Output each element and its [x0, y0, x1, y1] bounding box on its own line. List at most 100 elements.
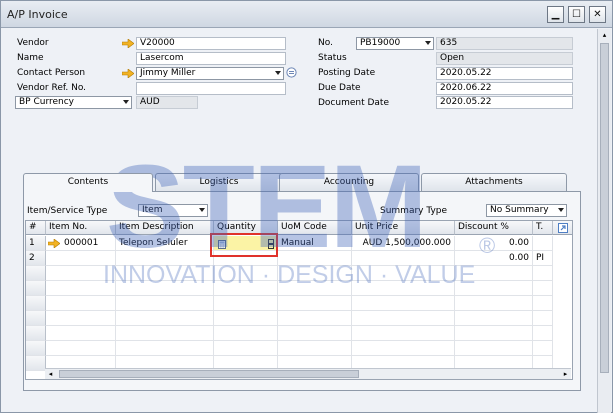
- empty-cell[interactable]: [278, 341, 352, 356]
- row-number[interactable]: [26, 296, 46, 311]
- empty-cell[interactable]: [214, 311, 278, 326]
- contact-person-select[interactable]: Jimmy Miller: [136, 67, 284, 80]
- empty-cell[interactable]: [214, 341, 278, 356]
- link-arrow-icon[interactable]: [122, 39, 134, 48]
- info-icon[interactable]: [286, 67, 297, 78]
- col-header-item-description[interactable]: Item Description: [116, 221, 214, 235]
- vendor-field[interactable]: V20000: [136, 37, 286, 50]
- cell-item-description[interactable]: [116, 251, 214, 266]
- empty-cell[interactable]: [46, 266, 116, 281]
- empty-cell[interactable]: [116, 296, 214, 311]
- empty-cell[interactable]: [46, 281, 116, 296]
- document-date-field[interactable]: 2020.05.22: [436, 96, 573, 109]
- empty-cell[interactable]: [455, 266, 533, 281]
- empty-cell[interactable]: [352, 266, 455, 281]
- posting-date-field[interactable]: 2020.05.22: [436, 67, 573, 80]
- scroll-left-icon[interactable]: ◂: [45, 369, 56, 379]
- empty-cell[interactable]: [116, 281, 214, 296]
- cell-discount[interactable]: 0.00: [455, 236, 533, 251]
- empty-cell[interactable]: [352, 326, 455, 341]
- empty-cell[interactable]: [214, 266, 278, 281]
- empty-cell[interactable]: [533, 281, 553, 296]
- vertical-scrollbar-thumb[interactable]: [600, 43, 609, 373]
- empty-cell[interactable]: [46, 326, 116, 341]
- row-number[interactable]: [26, 356, 46, 371]
- empty-cell[interactable]: [214, 296, 278, 311]
- empty-cell[interactable]: [533, 311, 553, 326]
- due-date-field[interactable]: 2020.06.22: [436, 82, 573, 95]
- tab-accounting[interactable]: Accounting: [279, 173, 419, 191]
- series-select[interactable]: PB19000: [356, 37, 434, 50]
- tab-logistics[interactable]: Logistics: [155, 173, 283, 191]
- col-header-uom-code[interactable]: UoM Code: [278, 221, 352, 235]
- row-number[interactable]: 1: [26, 236, 46, 251]
- empty-cell[interactable]: [455, 281, 533, 296]
- empty-cell[interactable]: [278, 326, 352, 341]
- cell-tax[interactable]: PI: [533, 251, 553, 266]
- empty-cell[interactable]: [46, 296, 116, 311]
- tab-attachments[interactable]: Attachments: [421, 173, 567, 191]
- empty-cell[interactable]: [46, 341, 116, 356]
- empty-cell[interactable]: [278, 311, 352, 326]
- row-number[interactable]: 2: [26, 251, 46, 266]
- summary-type-select[interactable]: No Summary: [486, 204, 567, 217]
- empty-cell[interactable]: [278, 266, 352, 281]
- empty-cell[interactable]: [352, 311, 455, 326]
- row-number[interactable]: [26, 326, 46, 341]
- tab-contents[interactable]: Contents: [23, 173, 153, 192]
- item-service-type-select[interactable]: Item: [138, 204, 208, 217]
- maximize-button[interactable]: ☐: [568, 6, 585, 23]
- cell-item-description[interactable]: Telepon Seluler: [116, 236, 214, 251]
- col-header-tax[interactable]: T.: [533, 221, 553, 235]
- empty-cell[interactable]: [214, 326, 278, 341]
- col-header-unit-price[interactable]: Unit Price: [352, 221, 455, 235]
- empty-cell[interactable]: [278, 296, 352, 311]
- horizontal-scrollbar[interactable]: ◂ ▸: [45, 368, 571, 379]
- empty-cell[interactable]: [455, 311, 533, 326]
- row-number[interactable]: [26, 266, 46, 281]
- currency-type-select[interactable]: BP Currency: [15, 96, 132, 109]
- cell-unit-price[interactable]: AUD 1,500,000.000: [352, 236, 455, 251]
- cell-item-no[interactable]: [46, 251, 116, 266]
- empty-cell[interactable]: [116, 326, 214, 341]
- cell-uom-code[interactable]: [278, 251, 352, 266]
- scrollbar-thumb[interactable]: [59, 370, 359, 378]
- empty-cell[interactable]: [533, 266, 553, 281]
- empty-cell[interactable]: [455, 341, 533, 356]
- row-number[interactable]: [26, 341, 46, 356]
- link-arrow-icon[interactable]: [48, 239, 60, 248]
- vendor-ref-field[interactable]: [136, 82, 286, 95]
- empty-cell[interactable]: [214, 281, 278, 296]
- scroll-right-icon[interactable]: ▸: [560, 369, 571, 379]
- row-number[interactable]: [26, 281, 46, 296]
- empty-cell[interactable]: [278, 281, 352, 296]
- link-arrow-icon[interactable]: [122, 69, 134, 78]
- empty-cell[interactable]: [533, 296, 553, 311]
- close-button[interactable]: ✕: [589, 6, 606, 23]
- cell-unit-price[interactable]: [352, 251, 455, 266]
- cell-uom-code[interactable]: Manual: [278, 236, 352, 251]
- minimize-button[interactable]: ▁: [547, 6, 564, 23]
- empty-cell[interactable]: [455, 296, 533, 311]
- empty-cell[interactable]: [352, 341, 455, 356]
- cell-tax[interactable]: [533, 236, 553, 251]
- empty-cell[interactable]: [455, 326, 533, 341]
- empty-cell[interactable]: [533, 341, 553, 356]
- form-settings-button[interactable]: [553, 221, 572, 235]
- col-header-item-no[interactable]: Item No.: [46, 221, 116, 235]
- col-header-discount[interactable]: Discount %: [455, 221, 533, 235]
- name-field[interactable]: Lasercom: [136, 52, 286, 65]
- cell-discount[interactable]: 0.00: [455, 251, 533, 266]
- empty-cell[interactable]: [352, 281, 455, 296]
- row-number[interactable]: [26, 311, 46, 326]
- scroll-up-icon[interactable]: ▴: [599, 31, 610, 41]
- empty-cell[interactable]: [116, 311, 214, 326]
- empty-cell[interactable]: [533, 326, 553, 341]
- empty-cell[interactable]: [46, 311, 116, 326]
- empty-cell[interactable]: [116, 266, 214, 281]
- item-grid[interactable]: # Item No. Item Description Quantity UoM…: [25, 220, 573, 380]
- empty-cell[interactable]: [116, 341, 214, 356]
- empty-cell[interactable]: [352, 296, 455, 311]
- col-header-num[interactable]: #: [26, 221, 46, 235]
- vertical-scrollbar[interactable]: ▴: [597, 29, 611, 413]
